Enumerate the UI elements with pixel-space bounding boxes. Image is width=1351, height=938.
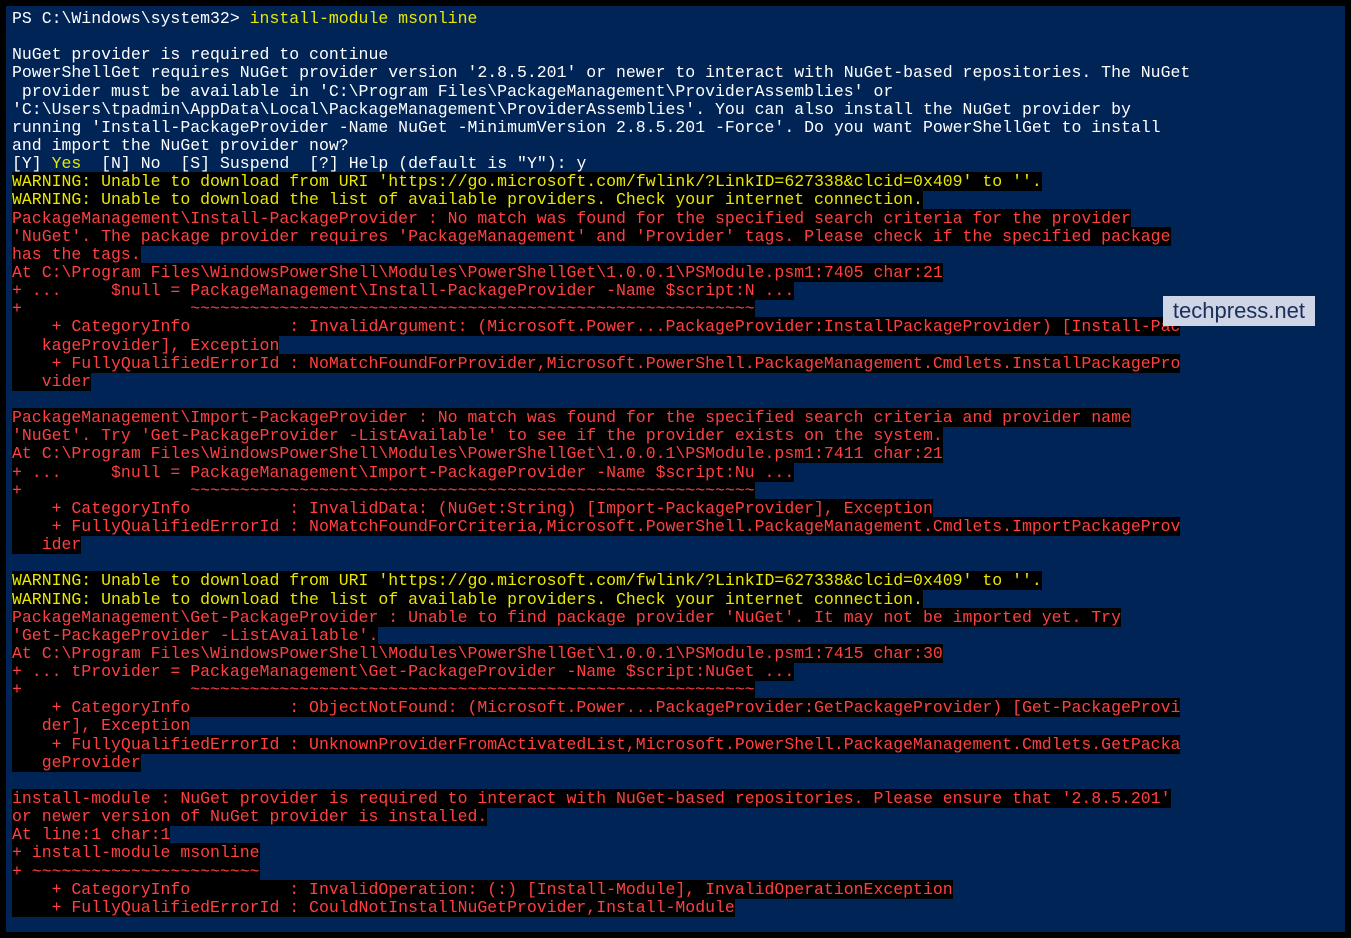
error-line: PackageManagement\Get-PackageProvider : …	[12, 609, 1339, 627]
error-line: + FullyQualifiedErrorId : NoMatchFoundFo…	[12, 518, 1339, 536]
error-line: PackageManagement\Install-PackageProvide…	[12, 210, 1339, 228]
command-text: install-module msonline	[250, 9, 478, 28]
error-line: + CategoryInfo : InvalidOperation: (:) […	[12, 881, 1339, 899]
error-line: kageProvider], Exception	[12, 337, 1339, 355]
blank-line	[12, 28, 1339, 46]
error-line: + CategoryInfo : ObjectNotFound: (Micros…	[12, 699, 1339, 717]
error-line: + ... $null = PackageManagement\Import-P…	[12, 464, 1339, 482]
error-line: At C:\Program Files\WindowsPowerShell\Mo…	[12, 445, 1339, 463]
error-line: + FullyQualifiedErrorId : CouldNotInstal…	[12, 899, 1339, 917]
error-line: 'NuGet'. Try 'Get-PackageProvider -ListA…	[12, 427, 1339, 445]
error-line: + FullyQualifiedErrorId : UnknownProvide…	[12, 736, 1339, 754]
blank-line	[12, 391, 1339, 409]
error-line: At C:\Program Files\WindowsPowerShell\Mo…	[12, 645, 1339, 663]
warning-line: WARNING: Unable to download the list of …	[12, 191, 1339, 209]
error-line: geProvider	[12, 754, 1339, 772]
error-line: + CategoryInfo : InvalidArgument: (Micro…	[12, 318, 1339, 336]
error-line: der], Exception	[12, 717, 1339, 735]
blank-line	[12, 554, 1339, 572]
user-input: y	[576, 154, 586, 173]
watermark-label: techpress.net	[1163, 296, 1315, 326]
nuget-body: and import the NuGet provider now?	[12, 137, 1339, 155]
error-line: or newer version of NuGet provider is in…	[12, 808, 1339, 826]
nuget-body: provider must be available in 'C:\Progra…	[12, 83, 1339, 101]
error-line: At line:1 char:1	[12, 826, 1339, 844]
warning-line: WARNING: Unable to download from URI 'ht…	[12, 173, 1339, 191]
error-line: + FullyQualifiedErrorId : NoMatchFoundFo…	[12, 355, 1339, 373]
warning-line: WARNING: Unable to download the list of …	[12, 591, 1339, 609]
nuget-body: PowerShellGet requires NuGet provider ve…	[12, 64, 1339, 82]
error-line: has the tags.	[12, 246, 1339, 264]
error-line: + ~~~~~~~~~~~~~~~~~~~~~~~~~~~~~~~~~~~~~~…	[12, 300, 1339, 318]
nuget-header: NuGet provider is required to continue	[12, 46, 1339, 64]
error-line: + ~~~~~~~~~~~~~~~~~~~~~~~~~~~~~~~~~~~~~~…	[12, 482, 1339, 500]
error-line: vider	[12, 373, 1339, 391]
error-line: + ~~~~~~~~~~~~~~~~~~~~~~~	[12, 863, 1339, 881]
powershell-terminal[interactable]: PS C:\Windows\system32> install-module m…	[4, 4, 1347, 934]
error-line: + ... $null = PackageManagement\Install-…	[12, 282, 1339, 300]
blank-line	[12, 772, 1339, 790]
error-line: + install-module msonline	[12, 844, 1339, 862]
error-line: + ~~~~~~~~~~~~~~~~~~~~~~~~~~~~~~~~~~~~~~…	[12, 681, 1339, 699]
error-line: install-module : NuGet provider is requi…	[12, 790, 1339, 808]
error-line: + CategoryInfo : InvalidData: (NuGet:Str…	[12, 500, 1339, 518]
prompt-options: [Y] Yes [N] No [S] Suspend [?] Help (def…	[12, 155, 1339, 173]
error-line: 'NuGet'. The package provider requires '…	[12, 228, 1339, 246]
warning-line: WARNING: Unable to download from URI 'ht…	[12, 572, 1339, 590]
nuget-body: 'C:\Users\tpadmin\AppData\Local\PackageM…	[12, 101, 1339, 119]
error-line: PackageManagement\Import-PackageProvider…	[12, 409, 1339, 427]
error-line: At C:\Program Files\WindowsPowerShell\Mo…	[12, 264, 1339, 282]
nuget-body: running 'Install-PackageProvider -Name N…	[12, 119, 1339, 137]
error-line: 'Get-PackageProvider -ListAvailable'.	[12, 627, 1339, 645]
error-line: + ... tProvider = PackageManagement\Get-…	[12, 663, 1339, 681]
prompt-prefix: PS C:\Windows\system32>	[12, 9, 250, 28]
prompt-line: PS C:\Windows\system32> install-module m…	[12, 10, 1339, 28]
error-line: ider	[12, 536, 1339, 554]
